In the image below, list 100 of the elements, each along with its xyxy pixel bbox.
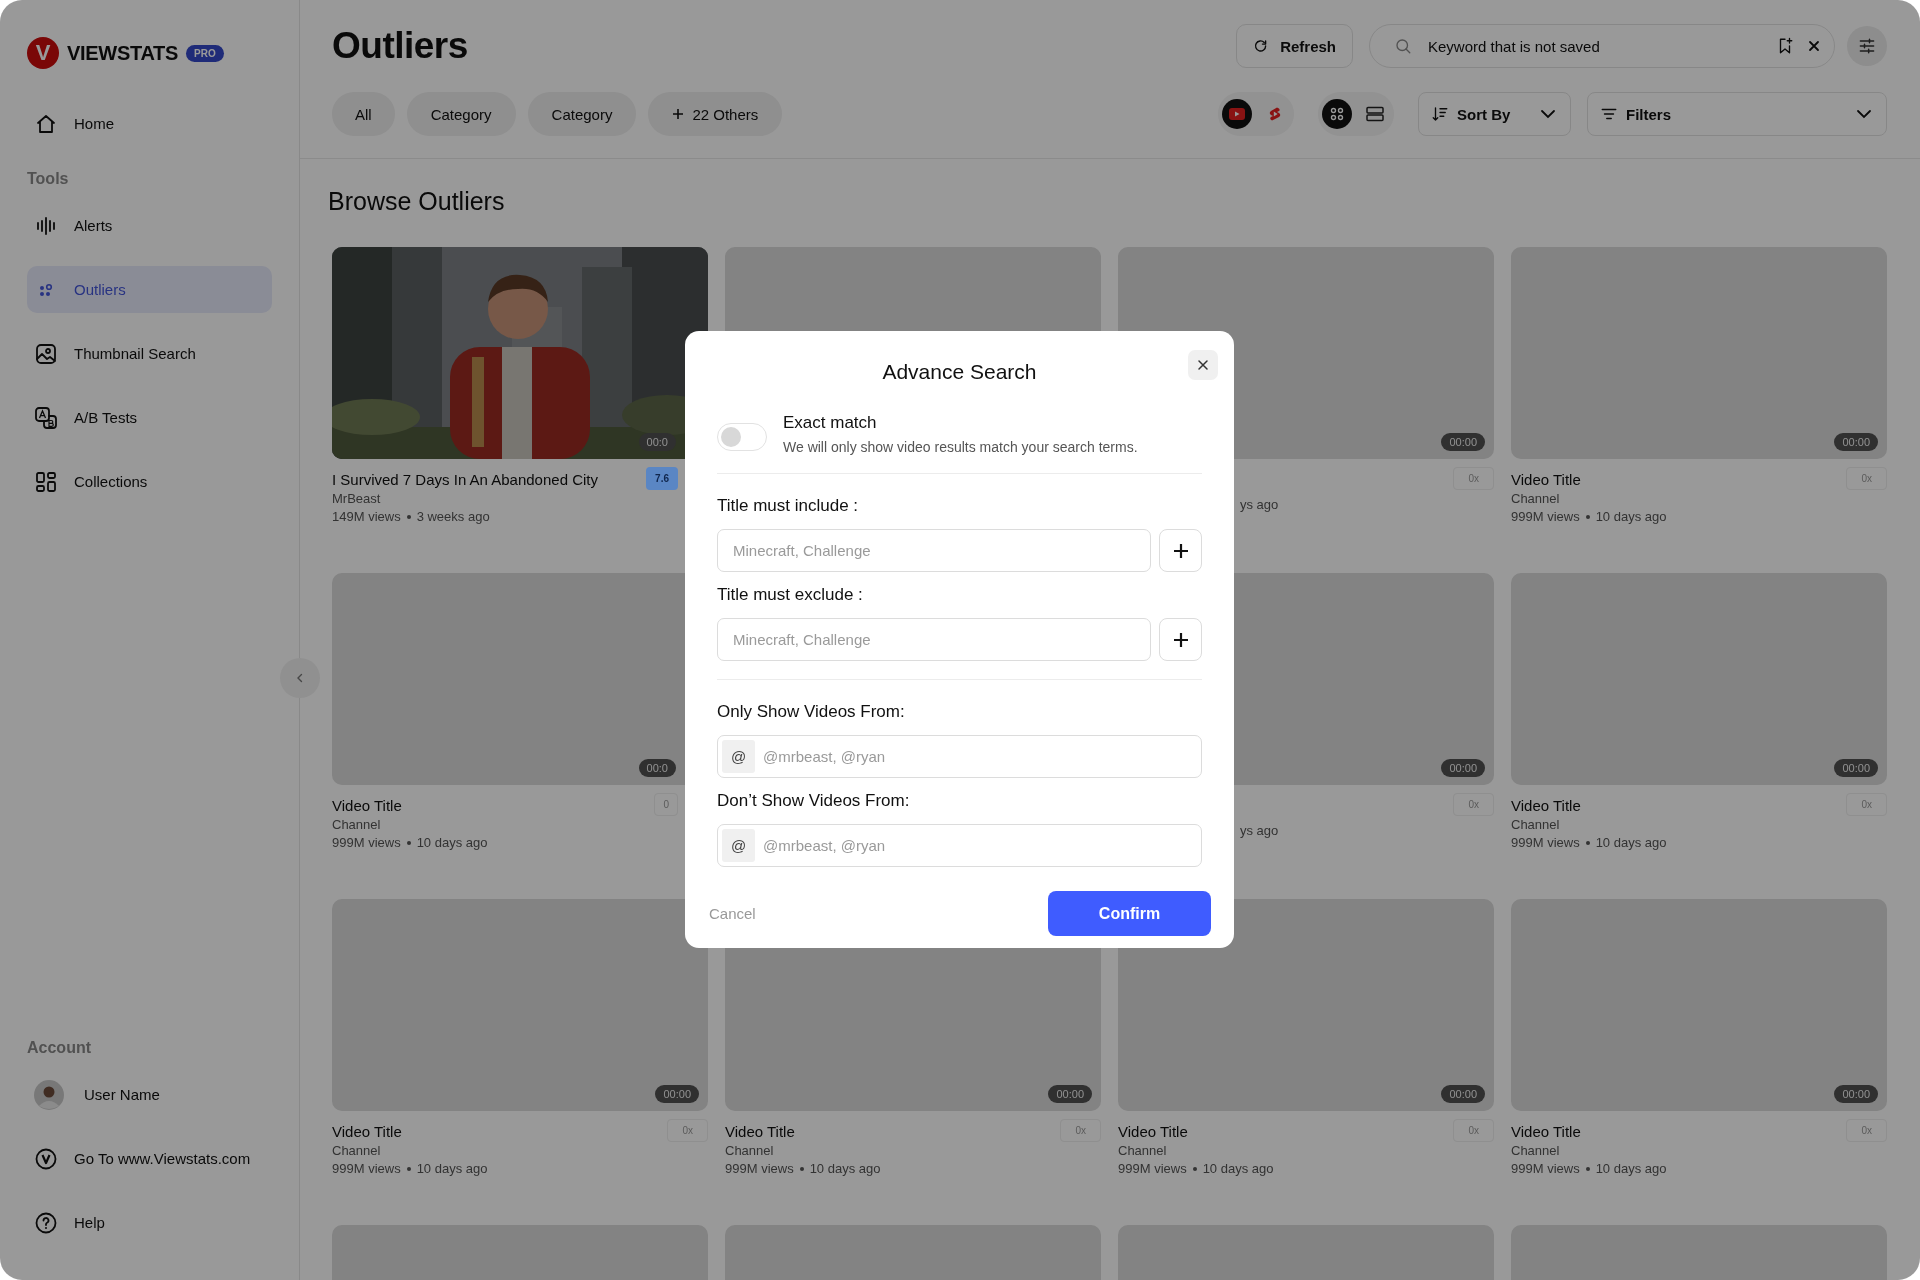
nav-item[interactable]: Thumbnail Search bbox=[27, 330, 272, 377]
shorts-icon bbox=[1268, 106, 1282, 122]
at-prefix: @ bbox=[722, 740, 755, 773]
upload-age: ys ago bbox=[1240, 823, 1279, 838]
filters-dropdown[interactable]: Filters bbox=[1587, 92, 1887, 136]
upload-age: 10 days ago bbox=[416, 1161, 488, 1176]
v-circle-icon bbox=[34, 1146, 58, 1171]
field-label: Only Show Videos From: bbox=[717, 702, 906, 722]
text-field[interactable]: @ @mrbeast, @ryan bbox=[717, 824, 1202, 867]
outlier-score: 0x bbox=[1846, 793, 1887, 816]
upload-age: ys ago bbox=[1240, 497, 1279, 512]
section-heading: Account bbox=[27, 1039, 92, 1057]
close-button[interactable] bbox=[1188, 350, 1218, 380]
duration-label: 00:00 bbox=[1048, 1085, 1092, 1103]
nav-item[interactable]: A/B Tests bbox=[27, 394, 272, 441]
filter-chip[interactable]: 22 Others bbox=[648, 92, 783, 136]
channel-name: Channel bbox=[1511, 817, 1561, 832]
separator-dot bbox=[1585, 1166, 1590, 1171]
sliders-icon bbox=[1857, 36, 1877, 56]
duration-label: 00:00 bbox=[655, 1085, 699, 1103]
duration-label: 00:00 bbox=[1441, 1085, 1485, 1103]
nav-item[interactable]: Collections bbox=[27, 458, 272, 505]
avatar-icon bbox=[34, 1079, 64, 1110]
image-icon bbox=[34, 341, 58, 366]
filter-chip[interactable]: Category bbox=[527, 92, 637, 136]
video-title: Video Title bbox=[332, 797, 403, 814]
toggle-option[interactable] bbox=[1322, 99, 1352, 129]
confirm-button[interactable]: Confirm bbox=[1048, 891, 1211, 936]
logo-mark: V bbox=[27, 37, 59, 69]
outlier-score: 0x bbox=[1453, 467, 1494, 490]
view-count: 999M views bbox=[332, 835, 401, 850]
nav-item[interactable]: User Name bbox=[27, 1071, 272, 1118]
field-label: Title must exclude : bbox=[717, 585, 864, 605]
separator-dot bbox=[406, 840, 411, 845]
upload-age: 10 days ago bbox=[1595, 1161, 1667, 1176]
add-button[interactable] bbox=[1159, 618, 1202, 661]
filter-chip[interactable]: All bbox=[332, 92, 395, 136]
duration-label: 00:0 bbox=[638, 759, 676, 777]
nav-item[interactable]: Go To www.Viewstats.com bbox=[27, 1135, 272, 1182]
upload-age: 3 weeks ago bbox=[416, 509, 490, 524]
duration-label: 00:00 bbox=[1834, 1085, 1878, 1103]
filter-chip[interactable]: Category bbox=[406, 92, 516, 136]
toggle-option[interactable] bbox=[1222, 99, 1252, 129]
plus-icon bbox=[1171, 541, 1190, 560]
video-title: Video Title bbox=[1511, 797, 1582, 814]
separator-dot bbox=[1585, 840, 1590, 845]
separator-dot bbox=[406, 514, 411, 519]
page-title: Outliers bbox=[332, 25, 468, 67]
text-field[interactable]: Minecraft, Challenge bbox=[717, 618, 1151, 661]
duration-label: 00:00 bbox=[1834, 433, 1878, 451]
upload-age: 10 days ago bbox=[809, 1161, 881, 1176]
channel-name: Channel bbox=[1511, 1143, 1561, 1158]
chevron-left-icon bbox=[295, 673, 305, 683]
nav-item[interactable]: Alerts bbox=[27, 202, 272, 249]
refresh-button[interactable]: Refresh bbox=[1236, 24, 1353, 68]
search-icon bbox=[1394, 37, 1412, 55]
text-field[interactable]: @ @mrbeast, @ryan bbox=[717, 735, 1202, 778]
upload-age: 10 days ago bbox=[1595, 509, 1667, 524]
view-count: 999M views bbox=[1511, 1161, 1580, 1176]
channel-name: Channel bbox=[332, 1143, 382, 1158]
text-field[interactable]: Minecraft, Challenge bbox=[717, 529, 1151, 572]
upload-age: 10 days ago bbox=[1202, 1161, 1274, 1176]
separator-dot bbox=[1192, 1166, 1197, 1171]
dialog-title: Advance Search bbox=[882, 359, 1037, 384]
pro-badge: PRO bbox=[186, 44, 224, 62]
field-label: Title must include : bbox=[717, 496, 860, 516]
duration-label: 00:00 bbox=[1441, 759, 1485, 777]
view-count: 999M views bbox=[725, 1161, 794, 1176]
video-title: I Survived 7 Days In An Abandoned City bbox=[332, 471, 598, 488]
refresh-icon bbox=[1253, 37, 1269, 55]
sort-icon bbox=[1431, 105, 1449, 123]
at-prefix: @ bbox=[722, 829, 755, 862]
view-count: 999M views bbox=[332, 1161, 401, 1176]
dots-grid-icon bbox=[1329, 106, 1345, 122]
video-title: Video Title bbox=[1118, 1123, 1189, 1140]
toggle-switch[interactable] bbox=[717, 423, 767, 451]
separator-dot bbox=[406, 1166, 411, 1171]
view-count: 149M views bbox=[332, 509, 401, 524]
channel-name: Channel bbox=[725, 1143, 775, 1158]
video-title: Video Title bbox=[725, 1123, 796, 1140]
sort-dropdown[interactable]: Sort By bbox=[1418, 92, 1571, 136]
close-icon bbox=[1197, 359, 1209, 371]
outlier-score: 0x bbox=[1846, 1119, 1887, 1142]
plus-icon bbox=[1171, 630, 1190, 649]
settings-button[interactable] bbox=[1847, 26, 1887, 66]
help-icon bbox=[34, 1210, 58, 1235]
duration-label: 00:0 bbox=[638, 433, 676, 451]
duration-label: 00:00 bbox=[1834, 759, 1878, 777]
view-count: 999M views bbox=[1511, 835, 1580, 850]
add-button[interactable] bbox=[1159, 529, 1202, 572]
video-title: Video Title bbox=[332, 1123, 403, 1140]
clear-button[interactable] bbox=[1808, 40, 1820, 52]
chevron-down-icon bbox=[1856, 107, 1872, 121]
outlier-score: 0x bbox=[667, 1119, 708, 1142]
ab-icon bbox=[34, 405, 58, 430]
nav-item[interactable]: Help bbox=[27, 1199, 272, 1246]
separator-dot bbox=[799, 1166, 804, 1171]
grid-icon bbox=[34, 469, 58, 494]
brand-name: VIEWSTATS bbox=[67, 41, 178, 65]
nav-item[interactable]: Home bbox=[27, 100, 272, 147]
